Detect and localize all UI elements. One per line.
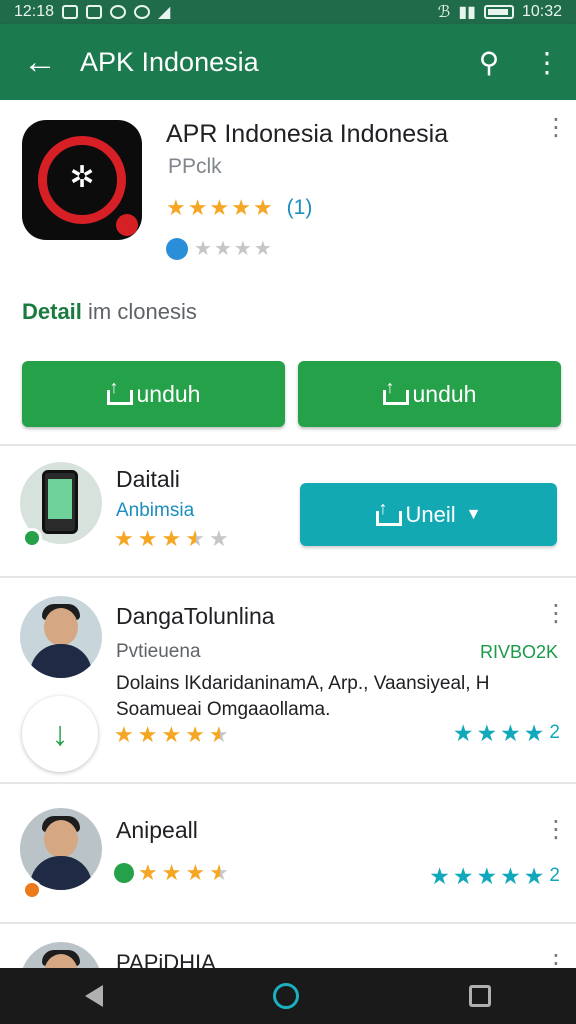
item-title: DangaTolunlina (116, 603, 275, 629)
install-button-label: Uneil (405, 501, 456, 527)
signal-icon: ▮▮ (458, 4, 476, 21)
detail-label: Detail im clonesis (22, 299, 197, 324)
avatar (20, 596, 102, 678)
item-description: Dolains lKdaridaninamA, Arp., Vaansiyeal… (116, 673, 490, 720)
bluetooth-icon: ℬ (437, 4, 451, 21)
status-bar: 12:18 ◢ ℬ ▮▮ 10:32 (0, 0, 576, 24)
more-vert-icon[interactable]: ⋮ (544, 602, 568, 626)
search-icon[interactable]: ⚲ (460, 24, 518, 100)
download-icon (382, 377, 409, 405)
more-vert-icon[interactable]: ⋮ (518, 24, 576, 100)
download-button[interactable]: unduh (22, 361, 285, 427)
app-bar: ← APK Indonesia ⚲ ⋮ (0, 24, 576, 100)
download-icon (375, 498, 402, 526)
app-name: APR Indonesia Indonesia (166, 120, 449, 148)
avatar (20, 808, 102, 890)
download-circle-button[interactable]: ↓ (22, 696, 98, 772)
nav-back-icon[interactable] (85, 985, 103, 1007)
app-bar-title: APK Indonesia (80, 46, 259, 77)
badge-icon (166, 238, 188, 260)
wifi-icon: ◢ (158, 4, 171, 21)
secondary-rating-row: ★ ★ ★ ★ (166, 238, 272, 260)
item-title: PAPiDHIA (116, 950, 216, 968)
list-item[interactable]: ⋮ (0, 786, 576, 924)
item-title: Anipeall (116, 817, 198, 843)
notification-icon (62, 5, 79, 19)
notification-icon (134, 5, 151, 19)
rating-stars: ★ ★ ★ ★ ★ (114, 526, 229, 551)
dropdown-caret-icon: ▼ (465, 505, 482, 523)
more-vert-icon[interactable]: ⋮ (544, 952, 568, 969)
item-tag: RIVBO2K (479, 642, 558, 662)
avatar (20, 942, 102, 968)
rating-stars-secondary: ★ ★ ★ ★ ★ 2 (429, 863, 560, 889)
system-nav-bar (0, 968, 576, 1024)
rating-row: ★ ★ ★ ★ ★ (1) (166, 196, 312, 220)
download-icon: ↓ (51, 714, 69, 753)
notification-icon (110, 5, 127, 19)
download-icon (106, 377, 133, 405)
rating-stars: ★ ★ ★ ★ (114, 862, 229, 884)
nav-home-icon[interactable] (273, 983, 299, 1009)
rating-count: (1) (286, 196, 313, 219)
app-icon: ✲ (22, 120, 142, 240)
developer-name: PPclk (168, 155, 222, 178)
rating-stars: ★ ★ ★ ★ (194, 238, 272, 260)
more-vert-icon[interactable]: ⋮ (544, 116, 568, 140)
back-arrow-icon[interactable]: ← (0, 24, 80, 100)
battery-icon (483, 5, 514, 19)
download-button-label: unduh (412, 380, 477, 407)
status-badge (22, 880, 42, 900)
item-subtitle: Anbimsia (116, 500, 195, 521)
status-time-right: 10:32 (521, 3, 562, 20)
rating-stars-secondary: ★ ★ ★ ★ 2 (452, 720, 560, 746)
rating-stars: ★ ★ ★ ★ ★ (166, 195, 273, 220)
item-subtitle: Pvtieuena (116, 641, 201, 662)
status-badge (22, 528, 42, 548)
download-button-label: unduh (136, 380, 201, 407)
badge-icon (114, 863, 134, 883)
nav-recents-icon[interactable] (469, 985, 491, 1007)
rating-stars: ★ ★ ★ ★ ★ (114, 722, 229, 747)
more-vert-icon[interactable]: ⋮ (544, 818, 568, 842)
item-title: Daitali (116, 466, 180, 492)
status-time: 12:18 (14, 3, 55, 20)
install-dropdown-button[interactable]: Uneil ▼ (300, 483, 557, 546)
list-item[interactable]: ⋮ (0, 926, 576, 968)
download-button-secondary[interactable]: unduh (298, 361, 561, 427)
notification-icon (86, 5, 103, 19)
